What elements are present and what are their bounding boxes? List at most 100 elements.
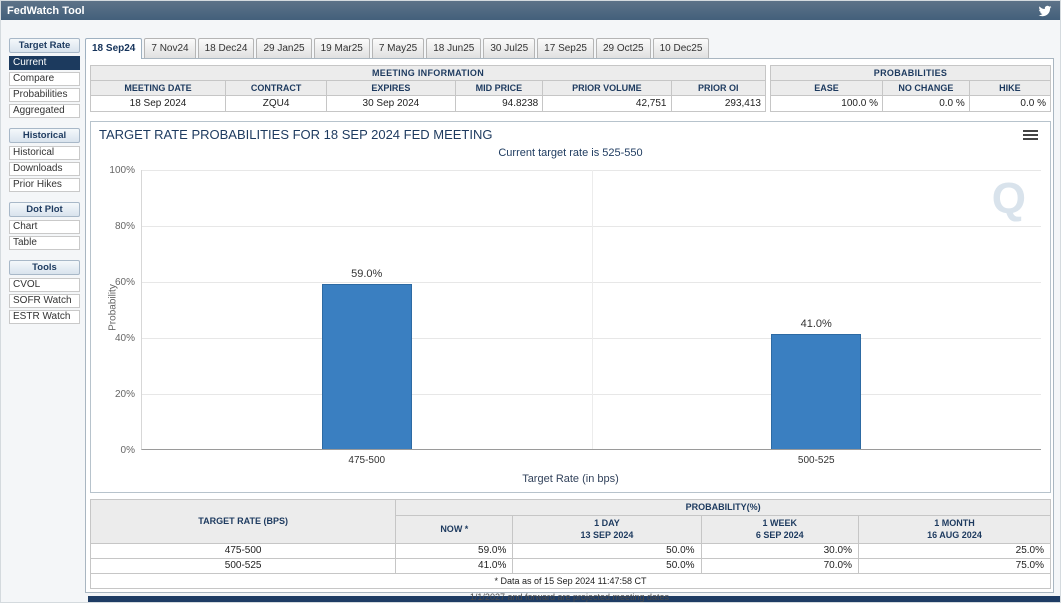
meeting-information-table: MEETING INFORMATION MEETING DATE CONTRAC… xyxy=(90,65,766,112)
month-cell: 25.0% xyxy=(858,543,1050,558)
col-prior-volume: PRIOR VOLUME xyxy=(543,81,671,96)
sidebar: Target Rate Current Compare Probabilitie… xyxy=(9,38,80,334)
col-contract: CONTRACT xyxy=(226,81,327,96)
tab-7-may25[interactable]: 7 May25 xyxy=(372,38,424,58)
day-cell: 50.0% xyxy=(513,558,701,573)
col-mid-price: MID PRICE xyxy=(455,81,543,96)
gridline xyxy=(592,170,593,449)
y-tick-100: 100% xyxy=(97,165,135,176)
col-target-rate-bps: TARGET RATE (BPS) xyxy=(91,500,396,544)
projected-dates-note: 1/1/2027 and forward are projected meeti… xyxy=(85,592,1054,602)
col-now: NOW * xyxy=(396,516,513,544)
tab-18-dec24[interactable]: 18 Dec24 xyxy=(198,38,255,58)
bar-value-label: 59.0% xyxy=(323,268,411,280)
tab-29-jan25[interactable]: 29 Jan25 xyxy=(256,38,311,58)
sidebar-header-tools: Tools xyxy=(9,260,80,275)
twitter-icon[interactable] xyxy=(1038,4,1052,18)
tab-18-sep24[interactable]: 18 Sep24 xyxy=(85,38,142,59)
main-panel: MEETING INFORMATION MEETING DATE CONTRAC… xyxy=(85,58,1054,593)
sidebar-item-chart[interactable]: Chart xyxy=(9,220,80,234)
rate-cell: 500-525 xyxy=(91,558,396,573)
now-cell: 59.0% xyxy=(396,543,513,558)
sidebar-item-downloads[interactable]: Downloads xyxy=(9,162,80,176)
sidebar-item-cvol[interactable]: CVOL xyxy=(9,278,80,292)
probabilities-title: PROBABILITIES xyxy=(771,66,1051,81)
x-category-500-525: 500-525 xyxy=(756,455,876,466)
sidebar-item-sofr-watch[interactable]: SOFR Watch xyxy=(9,294,80,308)
probabilities-summary-table: PROBABILITIES EASE NO CHANGE HIKE 100.0 … xyxy=(770,65,1051,112)
value-expires: 30 Sep 2024 xyxy=(327,96,455,112)
day-cell: 50.0% xyxy=(513,543,701,558)
meeting-date-tabs: 18 Sep24 7 Nov24 18 Dec24 29 Jan25 19 Ma… xyxy=(85,38,711,58)
fedwatch-page: FedWatch Tool Target Rate Current Compar… xyxy=(0,0,1061,603)
y-tick-0: 0% xyxy=(97,445,135,456)
col-prior-oi: PRIOR OI xyxy=(671,81,766,96)
sidebar-item-estr-watch[interactable]: ESTR Watch xyxy=(9,310,80,324)
value-hike: 0.0 % xyxy=(969,96,1050,112)
week-cell: 70.0% xyxy=(701,558,858,573)
value-mid-price: 94.8238 xyxy=(455,96,543,112)
x-category-475-500: 475-500 xyxy=(307,455,427,466)
col-1-day: 1 DAY13 SEP 2024 xyxy=(513,516,701,544)
sidebar-section-dot-plot: Dot Plot Chart Table xyxy=(9,202,80,250)
data-as-of-note: * Data as of 15 Sep 2024 11:47:58 CT xyxy=(91,573,1051,588)
table-row: 500-525 41.0% 50.0% 70.0% 75.0% xyxy=(91,558,1051,573)
week-cell: 30.0% xyxy=(701,543,858,558)
bar-475-500[interactable]: 59.0% xyxy=(322,284,412,449)
x-axis-label: Target Rate (in bps) xyxy=(91,473,1050,485)
sidebar-section-historical: Historical Historical Downloads Prior Hi… xyxy=(9,128,80,192)
y-tick-60: 60% xyxy=(97,277,135,288)
sidebar-item-compare[interactable]: Compare xyxy=(9,72,80,86)
tab-18-jun25[interactable]: 18 Jun25 xyxy=(426,38,481,58)
sidebar-header-historical: Historical xyxy=(9,128,80,143)
top-bar: FedWatch Tool xyxy=(1,1,1060,20)
tab-29-oct25[interactable]: 29 Oct25 xyxy=(596,38,651,58)
chart-menu-icon[interactable] xyxy=(1023,130,1038,142)
target-rate-chart: TARGET RATE PROBABILITIES FOR 18 SEP 202… xyxy=(90,121,1051,493)
rate-cell: 475-500 xyxy=(91,543,396,558)
app-title: FedWatch Tool xyxy=(7,5,85,17)
col-ease: EASE xyxy=(771,81,883,96)
tab-7-nov24[interactable]: 7 Nov24 xyxy=(144,38,195,58)
sidebar-item-aggregated[interactable]: Aggregated xyxy=(9,104,80,118)
tab-17-sep25[interactable]: 17 Sep25 xyxy=(537,38,594,58)
now-cell: 41.0% xyxy=(396,558,513,573)
sidebar-section-tools: Tools CVOL SOFR Watch ESTR Watch xyxy=(9,260,80,324)
meeting-info-title: MEETING INFORMATION xyxy=(91,66,766,81)
col-hike: HIKE xyxy=(969,81,1050,96)
col-1-month: 1 MONTH16 AUG 2024 xyxy=(858,516,1050,544)
col-meeting-date: MEETING DATE xyxy=(91,81,226,96)
y-tick-20: 20% xyxy=(97,389,135,400)
sidebar-item-table[interactable]: Table xyxy=(9,236,80,250)
month-cell: 75.0% xyxy=(858,558,1050,573)
sidebar-item-prior-hikes[interactable]: Prior Hikes xyxy=(9,178,80,192)
value-no-change: 0.0 % xyxy=(883,96,970,112)
sidebar-item-historical[interactable]: Historical xyxy=(9,146,80,160)
chart-title: TARGET RATE PROBABILITIES FOR 18 SEP 202… xyxy=(99,127,492,142)
value-ease: 100.0 % xyxy=(771,96,883,112)
sidebar-section-target-rate: Target Rate Current Compare Probabilitie… xyxy=(9,38,80,118)
probability-history-table: TARGET RATE (BPS) PROBABILITY(%) NOW * 1… xyxy=(90,499,1051,589)
tab-10-dec25[interactable]: 10 Dec25 xyxy=(653,38,710,58)
value-meeting-date: 18 Sep 2024 xyxy=(91,96,226,112)
sidebar-header-dot-plot: Dot Plot xyxy=(9,202,80,217)
value-prior-volume: 42,751 xyxy=(543,96,671,112)
y-tick-80: 80% xyxy=(97,221,135,232)
value-prior-oi: 293,413 xyxy=(671,96,766,112)
col-expires: EXPIRES xyxy=(327,81,455,96)
bar-value-label: 41.0% xyxy=(772,318,860,330)
bar-500-525[interactable]: 41.0% xyxy=(771,334,861,449)
value-contract: ZQU4 xyxy=(226,96,327,112)
y-tick-40: 40% xyxy=(97,333,135,344)
tab-19-mar25[interactable]: 19 Mar25 xyxy=(314,38,370,58)
sidebar-item-probabilities[interactable]: Probabilities xyxy=(9,88,80,102)
chart-subtitle: Current target rate is 525-550 xyxy=(91,147,1050,159)
col-probability-group: PROBABILITY(%) xyxy=(396,500,1051,516)
table-row: 475-500 59.0% 50.0% 30.0% 25.0% xyxy=(91,543,1051,558)
col-no-change: NO CHANGE xyxy=(883,81,970,96)
tab-30-jul25[interactable]: 30 Jul25 xyxy=(483,38,535,58)
plot-area: 59.0% 41.0% 475-500 500-525 xyxy=(141,170,1041,450)
sidebar-header-target-rate: Target Rate xyxy=(9,38,80,53)
col-1-week: 1 WEEK6 SEP 2024 xyxy=(701,516,858,544)
sidebar-item-current[interactable]: Current xyxy=(9,56,80,70)
